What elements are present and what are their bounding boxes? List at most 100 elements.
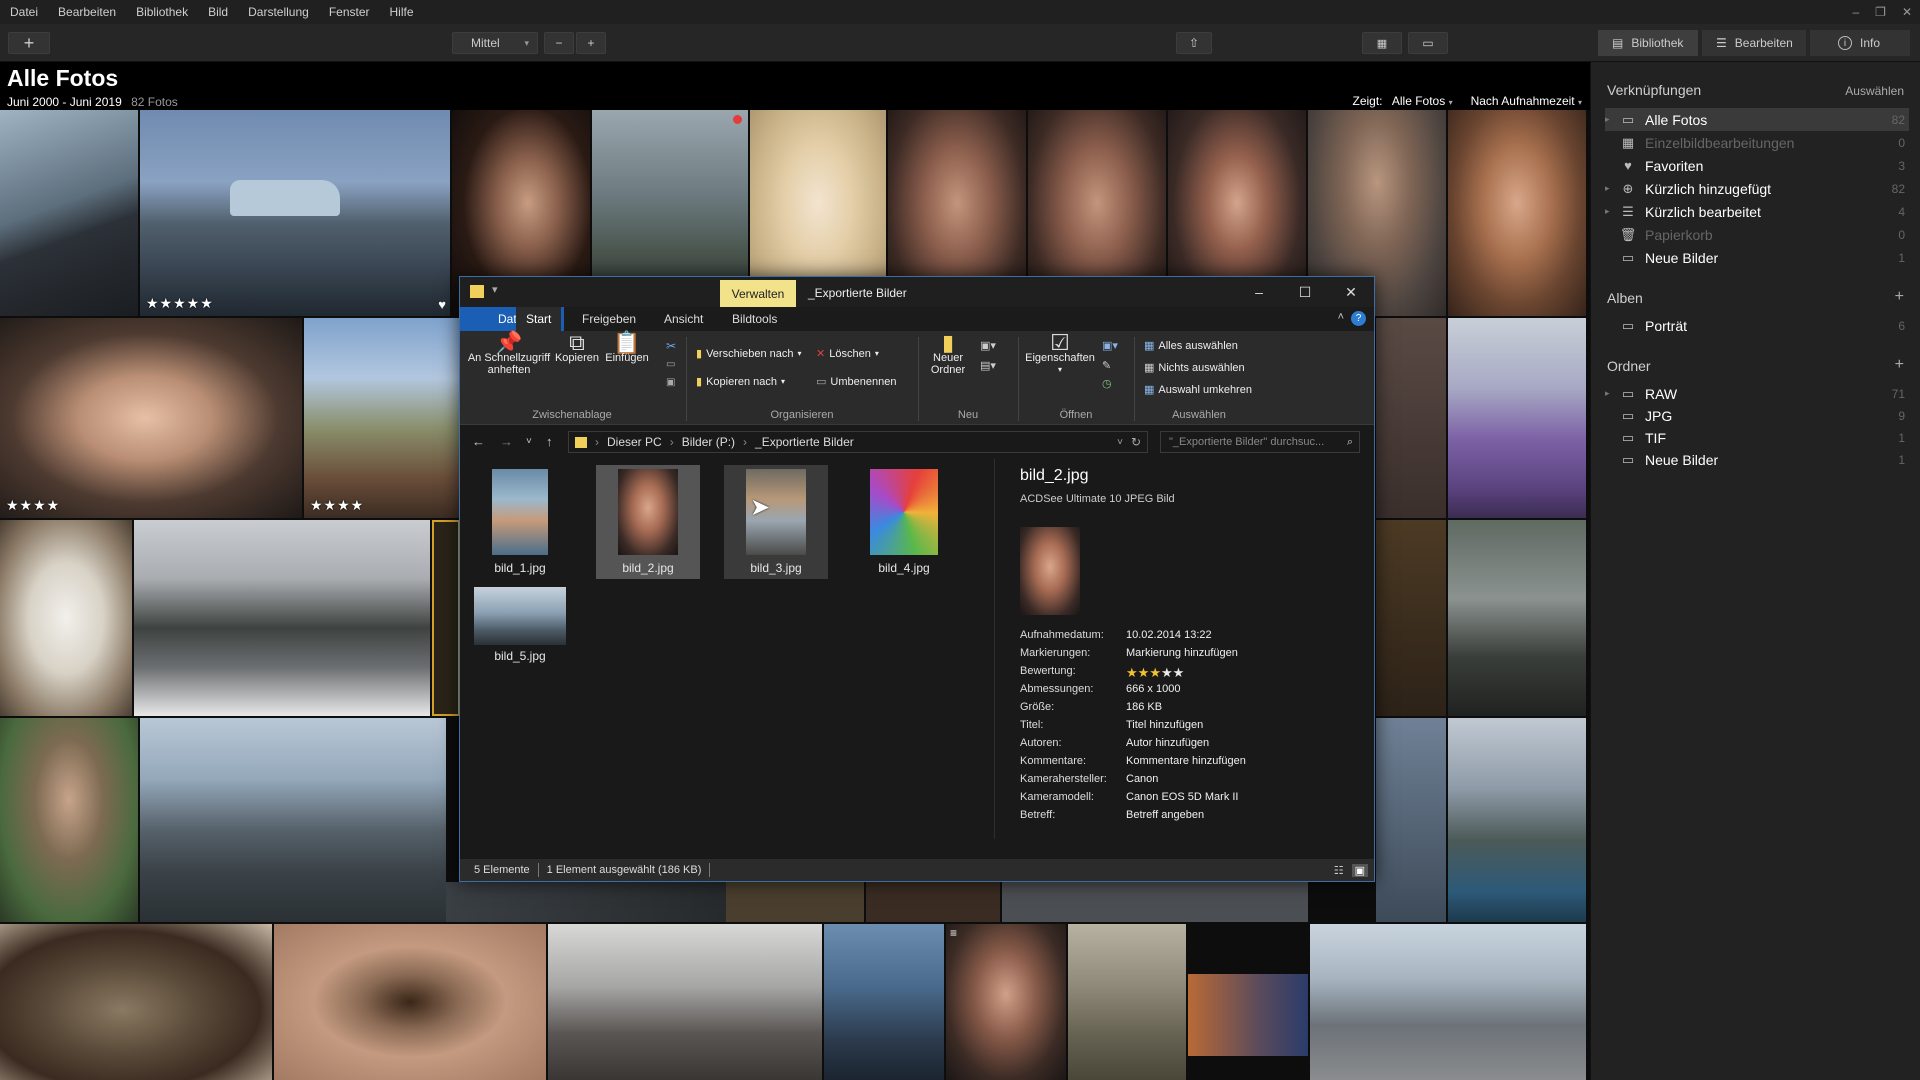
sidebar-item-favoriten[interactable]: ♥ Favoriten 3: [1605, 154, 1909, 177]
invert-selection-button[interactable]: ▦ Auswahl umkehren: [1144, 383, 1252, 397]
photo-tile[interactable]: [1068, 924, 1186, 1080]
heart-icon[interactable]: ♥: [438, 297, 446, 312]
easy-access-icon[interactable]: ▤▾: [980, 359, 996, 372]
photo-tile[interactable]: [1188, 974, 1308, 1056]
menu-datei[interactable]: Datei: [0, 0, 48, 24]
photo-tile[interactable]: [1002, 882, 1308, 922]
file-item[interactable]: bild_5.jpg: [468, 583, 572, 663]
search-input[interactable]: "_Exportierte Bilder" durchsuc... ⌕: [1160, 431, 1360, 453]
menu-bearbeiten[interactable]: Bearbeiten: [48, 0, 126, 24]
help-icon[interactable]: ?: [1351, 311, 1366, 326]
photo-tile[interactable]: [0, 520, 132, 716]
manage-tab[interactable]: Verwalten: [720, 280, 796, 307]
star-icon[interactable]: ★: [1173, 665, 1185, 680]
tab-ansicht[interactable]: Ansicht: [654, 307, 713, 331]
menu-darstellung[interactable]: Darstellung: [238, 0, 319, 24]
photo-tile[interactable]: [1448, 110, 1586, 316]
address-bar[interactable]: › Dieser PC › Bilder (P:) › _Exportierte…: [568, 431, 1148, 453]
star-icon[interactable]: ★: [1138, 665, 1150, 680]
photo-tile[interactable]: [824, 924, 944, 1080]
delete-button[interactable]: ✕ Löschen ▾: [816, 347, 879, 361]
filter-control[interactable]: Zeigt: Alle Fotos ▾: [1353, 94, 1453, 108]
copy-button[interactable]: ⧉ Kopieren: [554, 332, 600, 365]
large-icons-view-icon[interactable]: ▣: [1351, 863, 1368, 877]
copy-path-icon[interactable]: ▭: [666, 359, 675, 370]
star-icon[interactable]: ★: [1149, 665, 1161, 680]
open-icon[interactable]: ▣▾: [1102, 339, 1118, 352]
zoom-out-button[interactable]: −: [544, 32, 574, 54]
tab-start[interactable]: Start: [516, 307, 562, 331]
star-icon[interactable]: ★: [1161, 665, 1173, 680]
minimize-icon[interactable]: –: [1852, 5, 1859, 19]
forward-icon[interactable]: →: [500, 434, 513, 449]
back-icon[interactable]: ←: [472, 434, 485, 449]
photo-tile[interactable]: [1376, 718, 1446, 922]
photo-tile[interactable]: [446, 882, 726, 922]
chevron-up-icon[interactable]: ˄: [1338, 311, 1344, 323]
quick-access-icon[interactable]: ▾: [492, 283, 498, 296]
photo-tile[interactable]: [274, 924, 546, 1080]
photo-tile[interactable]: ≡: [946, 924, 1066, 1080]
select-all-button[interactable]: ▦ Alles auswählen: [1144, 339, 1238, 353]
single-view-button[interactable]: ▭: [1408, 32, 1448, 54]
add-folder-button[interactable]: +: [1895, 356, 1904, 374]
file-item[interactable]: bild_3.jpg: [724, 465, 828, 579]
menu-hilfe[interactable]: Hilfe: [380, 0, 424, 24]
history-icon[interactable]: ◷: [1102, 377, 1112, 390]
pin-quick-access-button[interactable]: 📌 An Schnellzugriff anheften: [466, 332, 552, 377]
photo-tile[interactable]: [0, 718, 138, 922]
share-button[interactable]: ⇧: [1176, 32, 1212, 54]
tab-freigeben[interactable]: Freigeben: [572, 307, 646, 331]
edit-icon[interactable]: ✎: [1102, 359, 1111, 372]
rating-stars[interactable]: ★★★★★: [1126, 665, 1184, 683]
photo-tile[interactable]: ★★★★: [304, 318, 460, 518]
sort-control[interactable]: Nach Aufnahmezeit ▾: [1471, 94, 1582, 108]
photo-tile[interactable]: [1310, 924, 1586, 1080]
file-item[interactable]: bild_4.jpg: [852, 465, 956, 579]
sidebar-folder-neue-bilder[interactable]: ▭ Neue Bilder 1: [1605, 448, 1909, 471]
paste-button[interactable]: 📋 Einfügen: [602, 332, 652, 365]
sidebar-item-einzelbildbearbeitungen[interactable]: ▦ Einzelbildbearbeitungen 0: [1605, 131, 1909, 154]
move-to-button[interactable]: ▮ Verschieben nach ▾: [696, 347, 802, 361]
close-icon[interactable]: ✕: [1328, 277, 1374, 307]
photo-tile[interactable]: [140, 718, 446, 922]
paste-shortcut-icon[interactable]: ▣: [666, 377, 675, 388]
tab-bildtools[interactable]: Bildtools: [722, 307, 787, 331]
select-shortcuts-button[interactable]: Auswählen: [1845, 84, 1904, 98]
property-value[interactable]: Markierung hinzufügen: [1126, 647, 1238, 665]
photo-tile[interactable]: [1376, 520, 1446, 716]
grid-view-button[interactable]: ▦: [1362, 32, 1402, 54]
breadcrumb-this-pc[interactable]: Dieser PC: [607, 435, 662, 449]
sidebar-item-kuerzlich-hinzugefuegt[interactable]: ▸ ⊕ Kürzlich hinzugefügt 82: [1605, 177, 1909, 200]
new-folder-button[interactable]: ▮ Neuer Ordner: [922, 332, 974, 377]
photo-tile[interactable]: [1376, 318, 1446, 518]
property-value[interactable]: Betreff angeben: [1126, 809, 1204, 827]
properties-button[interactable]: ☑ Eigenschaften ▾: [1022, 332, 1098, 376]
sidebar-folder-tif[interactable]: ▭ TIF 1: [1605, 426, 1909, 449]
sidebar-item-alle-fotos[interactable]: ▸ ▭ Alle Fotos 82: [1605, 108, 1909, 131]
select-none-button[interactable]: ▦ Nichts auswählen: [1144, 361, 1245, 375]
photo-tile[interactable]: [432, 520, 460, 716]
add-button[interactable]: +: [8, 32, 50, 54]
mode-info[interactable]: i Info: [1810, 30, 1910, 56]
sidebar-item-kuerzlich-bearbeitet[interactable]: ▸ ☰ Kürzlich bearbeitet 4: [1605, 200, 1909, 223]
photo-tile[interactable]: ★★★★★ ♥: [140, 110, 450, 316]
refresh-icon[interactable]: ↻: [1131, 435, 1147, 449]
photo-tile[interactable]: [1448, 718, 1586, 922]
menu-bibliothek[interactable]: Bibliothek: [126, 0, 198, 24]
zoom-in-button[interactable]: +: [576, 32, 606, 54]
sidebar-folder-raw[interactable]: ▸ ▭ RAW 71: [1605, 382, 1909, 405]
add-album-button[interactable]: +: [1895, 288, 1904, 306]
cut-icon[interactable]: ✂: [666, 339, 676, 353]
photo-tile[interactable]: [1448, 520, 1586, 716]
thumbnail-size-select[interactable]: Mittel ▾: [452, 32, 538, 54]
photo-tile[interactable]: ★★★★: [0, 318, 302, 518]
mode-bearbeiten[interactable]: ☰ Bearbeiten: [1702, 30, 1806, 56]
star-icon[interactable]: ★: [1126, 665, 1138, 680]
photo-tile[interactable]: [0, 924, 272, 1080]
menu-fenster[interactable]: Fenster: [319, 0, 380, 24]
new-item-icon[interactable]: ▣▾: [980, 339, 996, 352]
sidebar-folder-jpg[interactable]: ▭ JPG 9: [1605, 404, 1909, 427]
menu-bild[interactable]: Bild: [198, 0, 238, 24]
copy-to-button[interactable]: ▮ Kopieren nach ▾: [696, 375, 785, 389]
